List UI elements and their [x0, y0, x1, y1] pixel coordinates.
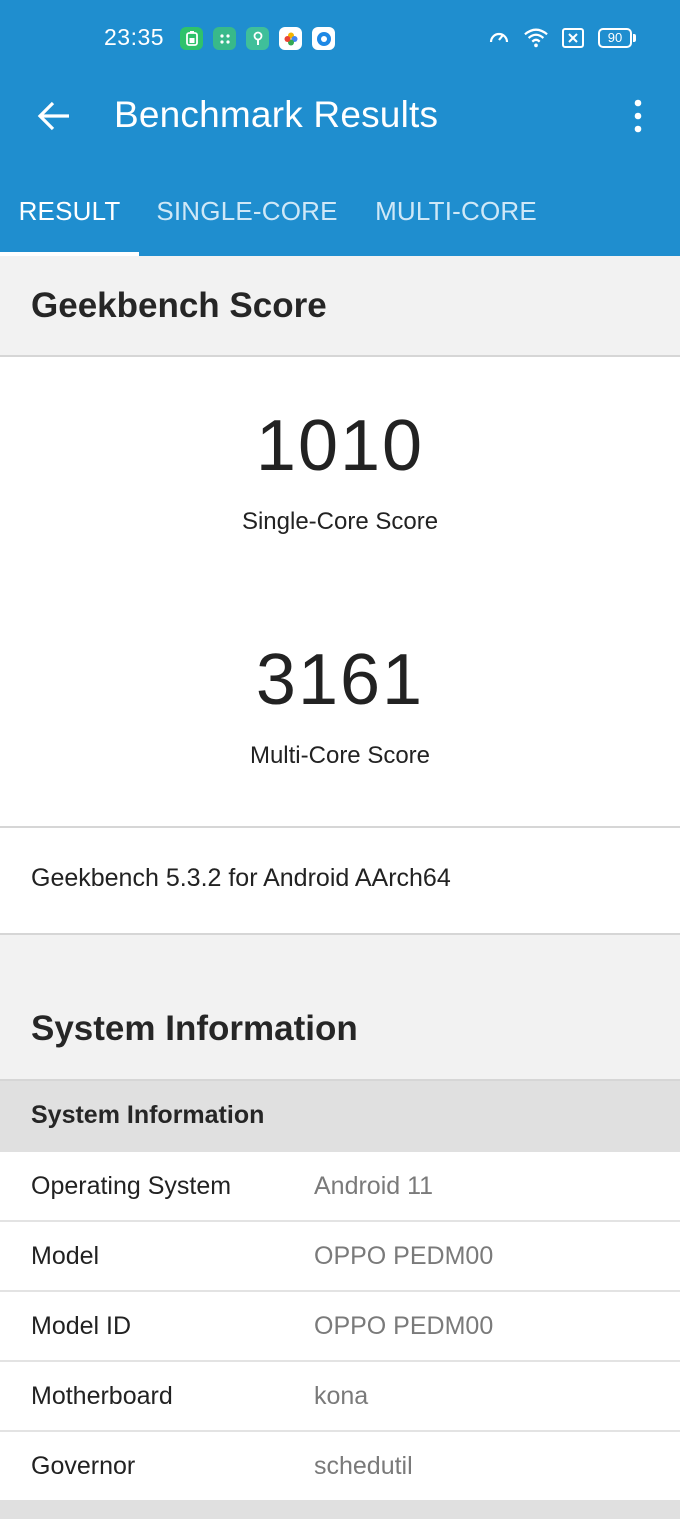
next-section-header-peek [0, 1500, 680, 1519]
toolbar: Benchmark Results [0, 76, 680, 156]
photos-app-icon [279, 27, 302, 50]
system-information-header: System Information [0, 935, 680, 1081]
single-core-score-label: Single-Core Score [241, 508, 439, 535]
version-divider-top [0, 826, 680, 828]
toolbar-title: Benchmark Results [114, 94, 439, 135]
info-row-model-id: Model ID OPPO PEDM00 [0, 1292, 680, 1362]
info-key: Model ID [31, 1312, 132, 1340]
section-divider [0, 355, 680, 357]
info-row-governor: Governor schedutil [0, 1432, 680, 1502]
more-vertical-icon [634, 99, 642, 133]
info-row-operating-system: Operating System Android 11 [0, 1152, 680, 1222]
system-information-heading: System Information [31, 1009, 358, 1048]
multi-core-score: 3161 [255, 640, 425, 720]
status-app-icons [180, 27, 335, 50]
app-bar: 23:35 90 Benchmark Results RESULT SINGLE… [0, 0, 680, 256]
info-value: OPPO PEDM00 [314, 1242, 494, 1270]
single-core-score-block: 1010 Single-Core Score [0, 406, 680, 536]
speed-gauge-icon [487, 26, 511, 50]
geekbench-score-header: Geekbench Score [0, 256, 680, 355]
keyboard-app-icon [246, 27, 269, 50]
info-value: schedutil [314, 1452, 413, 1480]
dial-app-icon [213, 27, 236, 50]
info-value: Android 11 [314, 1172, 434, 1200]
info-key: Operating System [31, 1172, 232, 1200]
info-key: Governor [31, 1452, 136, 1480]
tab-multi-core[interactable]: MULTI-CORE [355, 174, 557, 256]
system-information-subheading: System Information [31, 1101, 265, 1129]
geekbench-score-heading: Geekbench Score [31, 286, 327, 325]
single-core-score: 1010 [255, 406, 425, 486]
tab-bar: RESULT SINGLE-CORE MULTI-CORE [0, 174, 680, 256]
tab-result[interactable]: RESULT [0, 174, 139, 256]
info-value: OPPO PEDM00 [314, 1312, 494, 1340]
no-sim-icon [561, 26, 585, 50]
info-key: Model [31, 1242, 100, 1270]
status-time: 23:35 [104, 24, 165, 50]
multi-core-score-label: Multi-Core Score [249, 742, 431, 769]
battery-icon: 90 [598, 28, 636, 48]
battery-tip [633, 34, 636, 42]
battery-saver-app-icon [180, 27, 203, 50]
back-button[interactable] [30, 92, 78, 140]
multi-core-score-block: 3161 Multi-Core Score [0, 640, 680, 770]
tab-single-core[interactable]: SINGLE-CORE [139, 174, 355, 256]
status-bar: 23:35 90 [0, 0, 680, 76]
status-system-icons: 90 [487, 26, 636, 50]
info-row-model: Model OPPO PEDM00 [0, 1222, 680, 1292]
wifi-icon [524, 26, 548, 50]
info-value: kona [314, 1382, 369, 1410]
battery-level: 90 [598, 28, 632, 48]
info-key: Motherboard [31, 1382, 173, 1410]
overflow-menu-button[interactable] [614, 92, 662, 140]
system-information-subheader: System Information [0, 1081, 680, 1152]
info-row-motherboard: Motherboard kona [0, 1362, 680, 1432]
browser-app-icon [312, 27, 335, 50]
arrow-left-icon [37, 101, 69, 131]
geekbench-version: Geekbench 5.3.2 for Android AArch64 [31, 864, 451, 892]
